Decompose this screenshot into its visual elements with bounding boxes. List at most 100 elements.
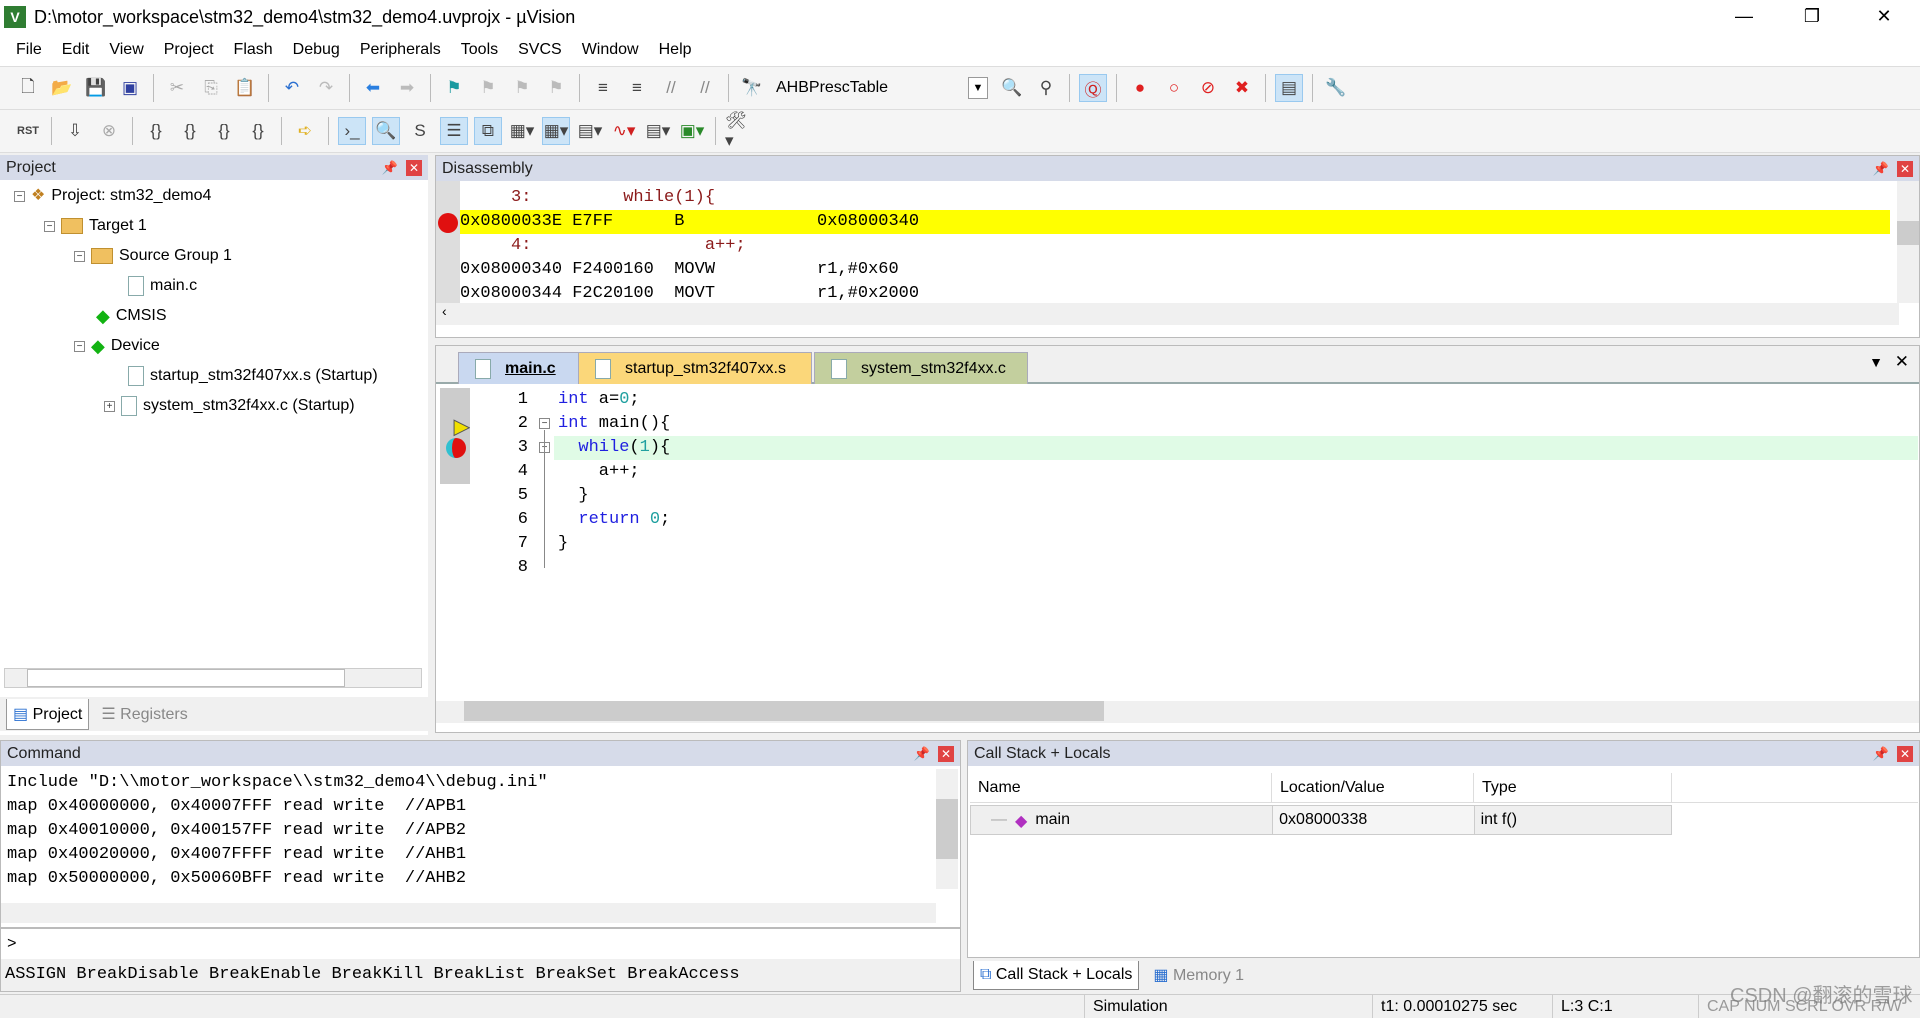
scroll-thumb[interactable] (464, 701, 1104, 721)
system-viewer-icon[interactable]: ▣▾ (678, 117, 706, 145)
registers-window-icon[interactable]: ☰ (440, 117, 468, 145)
paste-icon[interactable]: 📋 (231, 74, 259, 102)
disassembly-line[interactable]: 4: a++; (460, 234, 1890, 258)
pin-icon[interactable]: 📌 (914, 746, 930, 762)
column-type[interactable]: Type (1474, 773, 1672, 802)
tab-system[interactable]: system_stm32f4xx.c (814, 352, 1028, 384)
close-icon[interactable]: ✕ (1897, 745, 1913, 762)
close-button[interactable]: ✕ (1856, 0, 1912, 34)
close-icon[interactable]: ✕ (406, 159, 422, 176)
code-line[interactable]: int main(){ (558, 412, 670, 436)
column-name[interactable]: Name (970, 773, 1272, 802)
debug-session-icon[interactable]: Ⓠ (1079, 74, 1107, 102)
project-horizontal-scrollbar[interactable] (4, 668, 422, 688)
save-icon[interactable]: 💾 (82, 74, 110, 102)
code-line[interactable] (558, 556, 670, 580)
collapse-icon[interactable]: − (74, 340, 85, 352)
command-window-icon[interactable]: ›_ (338, 117, 366, 145)
command-vertical-scrollbar[interactable] (936, 769, 958, 889)
symbols-window-icon[interactable]: S (406, 117, 434, 145)
editor-horizontal-scrollbar[interactable] (436, 701, 1919, 723)
unindent-icon[interactable]: ≡ (623, 74, 651, 102)
command-horizontal-scrollbar[interactable] (1, 903, 936, 923)
tab-list-dropdown-icon[interactable]: ▼ (1869, 354, 1883, 370)
toolbox-icon[interactable]: 🛠▾ (725, 111, 753, 150)
run-to-cursor-icon[interactable]: {} (244, 117, 272, 145)
trace-window-icon[interactable]: ▤▾ (644, 117, 672, 145)
collapse-icon[interactable]: − (74, 250, 85, 262)
find-combo[interactable]: AHBPrescTable ▼ (772, 75, 992, 101)
show-next-statement-icon[interactable]: ➪ (291, 117, 319, 145)
menu-flash[interactable]: Flash (224, 41, 283, 59)
tab-project[interactable]: ▤ Project (6, 698, 90, 730)
pin-icon[interactable]: 📌 (1873, 161, 1889, 177)
prev-bookmark-icon[interactable]: ⚑ (474, 74, 502, 102)
memory-window-icon[interactable]: ▦▾ (542, 117, 570, 145)
disable-all-breakpoints-icon[interactable]: ⊘ (1194, 74, 1222, 102)
code-line[interactable]: } (558, 532, 670, 556)
collapse-icon[interactable]: − (44, 220, 55, 232)
code-line[interactable]: a++; (558, 460, 670, 484)
bookmark-icon[interactable]: ⚑ (440, 74, 468, 102)
step-out-icon[interactable]: {} (210, 117, 238, 145)
menu-tools[interactable]: Tools (451, 41, 508, 59)
clear-bookmarks-icon[interactable]: ⚑ (542, 74, 570, 102)
redo-icon[interactable]: ↷ (312, 74, 340, 102)
menu-debug[interactable]: Debug (283, 41, 350, 59)
close-tab-icon[interactable]: ✕ (1895, 352, 1909, 372)
comment-icon[interactable]: // (657, 74, 685, 102)
window-layout-icon[interactable]: ▤ (1275, 74, 1303, 102)
stop-icon[interactable]: ⊗ (95, 117, 123, 145)
tab-registers[interactable]: ☰ Registers (95, 699, 193, 729)
disassembly-line[interactable]: 3: while(1){ (460, 186, 1890, 210)
next-bookmark-icon[interactable]: ⚑ (508, 74, 536, 102)
tree-item-startup[interactable]: startup_stm32f407xx.s (Startup) (128, 364, 378, 388)
table-row[interactable]: — ◆ main 0x08000338 int f() (970, 805, 1672, 835)
reset-icon[interactable]: RST (14, 117, 42, 145)
find-icon[interactable]: 🔍 (998, 74, 1026, 102)
nav-forward-icon[interactable]: ➡ (393, 74, 421, 102)
code-line[interactable]: while(1){ (558, 436, 670, 460)
collapse-icon[interactable]: − (14, 190, 25, 202)
command-input[interactable]: > (1, 927, 960, 957)
menu-file[interactable]: File (6, 41, 52, 59)
copy-icon[interactable]: ⎘ (197, 74, 225, 102)
tree-item-project[interactable]: − ❖ Project: stm32_demo4 (14, 184, 211, 208)
nav-back-icon[interactable]: ⬅ (359, 74, 387, 102)
tab-main-c[interactable]: main.c (458, 352, 586, 384)
menu-edit[interactable]: Edit (52, 41, 100, 59)
tab-memory-1[interactable]: ▦ Memory 1 (1147, 960, 1250, 990)
minimize-button[interactable]: — (1716, 0, 1772, 34)
disassembly-line[interactable]: 0x0800033E E7FF B 0x08000340 (460, 210, 1890, 234)
call-stack-window-icon[interactable]: ⧉ (474, 117, 502, 145)
tab-call-stack-locals[interactable]: ⧉ Call Stack + Locals (973, 960, 1140, 990)
close-icon[interactable]: ✕ (1897, 160, 1913, 177)
find-in-files-icon[interactable]: 🔭 (738, 74, 766, 102)
menu-project[interactable]: Project (154, 41, 224, 59)
chevron-down-icon[interactable]: ▼ (968, 77, 988, 99)
fold-icon[interactable]: − (539, 418, 550, 429)
menu-window[interactable]: Window (572, 41, 649, 59)
pin-icon[interactable]: 📌 (1873, 746, 1889, 762)
step-over-icon[interactable]: {} (176, 117, 204, 145)
code-line[interactable]: return 0; (558, 508, 670, 532)
column-location-value[interactable]: Location/Value (1272, 773, 1474, 802)
disable-breakpoint-icon[interactable]: ○ (1160, 74, 1188, 102)
watch-window-icon[interactable]: ▦▾ (508, 117, 536, 145)
tree-item-main-c[interactable]: main.c (128, 274, 197, 298)
tree-item-system[interactable]: + system_stm32f4xx.c (Startup) (104, 394, 355, 418)
new-file-icon[interactable]: 🗋 (14, 74, 42, 102)
configure-icon[interactable]: 🔧 (1322, 74, 1350, 102)
disassembly-horizontal-scrollbar[interactable]: ‹ (436, 303, 1899, 325)
insert-breakpoint-icon[interactable]: ● (1126, 74, 1154, 102)
breakpoint-with-cursor-icon[interactable] (446, 438, 466, 458)
disassembly-line[interactable]: 0x08000340 F2400160 MOVW r1,#0x60 (460, 258, 1890, 282)
open-folder-icon[interactable]: 📂 (48, 74, 76, 102)
expand-icon[interactable]: + (104, 400, 115, 412)
analysis-window-icon[interactable]: ∿▾ (610, 117, 638, 145)
cut-icon[interactable]: ✂ (163, 74, 191, 102)
run-icon[interactable]: ⇩ (61, 117, 89, 145)
menu-help[interactable]: Help (649, 41, 702, 59)
close-icon[interactable]: ✕ (938, 745, 954, 762)
menu-svcs[interactable]: SVCS (508, 41, 572, 59)
